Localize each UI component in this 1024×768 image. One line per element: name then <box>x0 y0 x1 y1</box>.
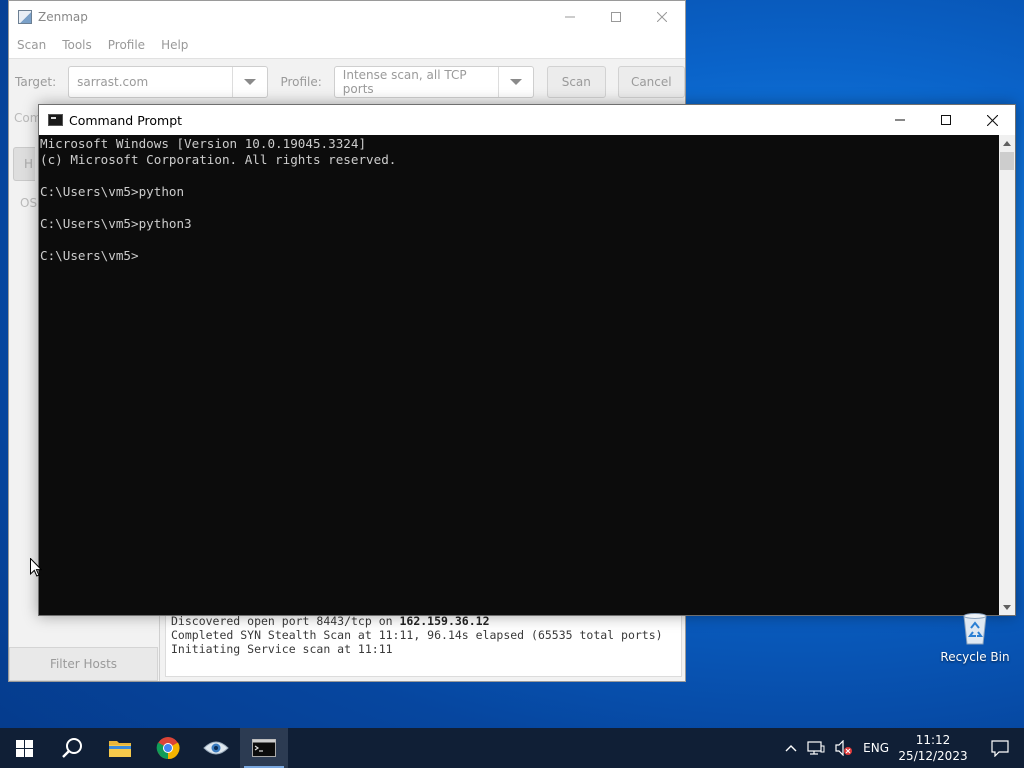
menu-help[interactable]: Help <box>153 38 196 52</box>
zenmap-icon <box>203 741 229 755</box>
cmd-title: Command Prompt <box>69 112 183 128</box>
zenmap-close-button[interactable] <box>639 1 685 32</box>
filter-hosts-button[interactable]: Filter Hosts <box>9 647 158 681</box>
cmd-console[interactable]: Microsoft Windows [Version 10.0.19045.33… <box>39 135 999 615</box>
output-line: Discovered open port 8443/tcp on 162.159… <box>171 614 490 628</box>
target-label: Target: <box>15 75 57 89</box>
zenmap-toolbar: Target: sarrast.com Profile: Intense sca… <box>9 59 685 105</box>
network-icon <box>807 741 825 755</box>
input-language-indicator[interactable]: ENG <box>858 728 894 768</box>
chrome-icon <box>156 737 180 760</box>
clock-time: 11:12 <box>915 733 951 747</box>
search-button[interactable] <box>48 728 96 768</box>
zenmap-app-icon <box>18 9 32 24</box>
chrome-button[interactable] <box>144 728 192 768</box>
target-input[interactable]: sarrast.com <box>69 75 232 89</box>
close-icon <box>657 11 667 22</box>
menu-profile[interactable]: Profile <box>100 38 153 52</box>
cancel-button[interactable]: Cancel <box>617 66 685 98</box>
console-prompt-line: C:\Users\vm5> <box>40 248 139 263</box>
cmd-minimize-button[interactable] <box>877 105 923 135</box>
scan-button[interactable]: Scan <box>547 66 606 98</box>
command-prompt-taskbar-button[interactable] <box>240 728 288 768</box>
search-icon <box>62 738 82 758</box>
zenmap-minimize-button[interactable] <box>547 1 593 32</box>
command-prompt-window[interactable]: Command Prompt Microsoft Windows [Versio… <box>38 104 1016 616</box>
os-column-fragment: OS <box>20 196 38 210</box>
cmd-maximize-button[interactable] <box>923 105 969 135</box>
console-line: C:\Users\vm5>python <box>40 184 185 199</box>
minimize-icon <box>895 119 905 121</box>
clock-date: 25/12/2023 <box>898 749 968 763</box>
console-line: C:\Users\vm5>python3 <box>40 216 192 231</box>
volume-muted-icon <box>835 740 853 756</box>
maximize-icon <box>941 115 951 125</box>
profile-label: Profile: <box>280 75 322 89</box>
target-dropdown-button[interactable] <box>232 67 267 97</box>
target-combo[interactable]: sarrast.com <box>68 66 269 98</box>
clock[interactable]: 11:12 25/12/2023 <box>894 728 972 768</box>
zenmap-titlebar[interactable]: Zenmap <box>9 1 685 32</box>
zenmap-title: Zenmap <box>38 9 88 24</box>
action-center-button[interactable] <box>972 728 1024 768</box>
recycle-bin-label: Recycle Bin <box>940 650 1010 664</box>
profile-dropdown-button[interactable] <box>498 67 533 97</box>
chevron-up-icon <box>1003 140 1011 146</box>
scroll-up-button[interactable] <box>999 135 1015 151</box>
hosts-tab[interactable]: H <box>13 147 35 181</box>
command-prompt-icon <box>252 739 276 757</box>
chevron-up-icon <box>785 745 797 752</box>
system-tray: ENG 11:12 25/12/2023 <box>780 728 1024 768</box>
file-explorer-button[interactable] <box>96 728 144 768</box>
menu-scan[interactable]: Scan <box>9 38 54 52</box>
cmd-titlebar[interactable]: Command Prompt <box>39 105 1015 135</box>
menu-tools[interactable]: Tools <box>54 38 100 52</box>
cmd-scrollbar[interactable] <box>999 135 1015 615</box>
pane-divider[interactable] <box>159 613 160 681</box>
output-line: Initiating Service scan at 11:11 <box>171 642 393 656</box>
scroll-thumb[interactable] <box>1000 152 1014 170</box>
zenmap-maximize-button[interactable] <box>593 1 639 32</box>
profile-combo[interactable]: Intense scan, all TCP ports <box>333 66 535 98</box>
nmap-output-panel[interactable]: Discovered open port 8443/tcp on 162.159… <box>165 613 682 677</box>
command-prompt-icon <box>48 114 63 126</box>
taskbar: ENG 11:12 25/12/2023 <box>0 728 1024 768</box>
start-button[interactable] <box>0 728 48 768</box>
chevron-down-icon <box>1003 604 1011 610</box>
recycle-bin-shortcut[interactable]: Recycle Bin <box>940 610 1010 664</box>
volume-button[interactable] <box>830 728 858 768</box>
show-hidden-icons-button[interactable] <box>780 728 802 768</box>
network-button[interactable] <box>802 728 830 768</box>
cmd-close-button[interactable] <box>969 105 1015 135</box>
notifications-icon <box>991 739 1009 757</box>
output-line: Completed SYN Stealth Scan at 11:11, 96.… <box>171 628 663 642</box>
zenmap-menubar: Scan Tools Profile Help <box>9 32 685 59</box>
console-line: Microsoft Windows [Version 10.0.19045.33… <box>40 136 367 151</box>
maximize-icon <box>611 11 621 22</box>
console-line: (c) Microsoft Corporation. All rights re… <box>40 152 397 167</box>
mouse-cursor-icon <box>30 558 42 577</box>
profile-select[interactable]: Intense scan, all TCP ports <box>335 68 498 96</box>
chevron-down-icon <box>244 79 257 85</box>
close-icon <box>986 114 998 126</box>
start-icon <box>15 739 33 757</box>
chevron-down-icon <box>510 79 523 85</box>
minimize-icon <box>565 16 575 17</box>
zenmap-taskbar-button[interactable] <box>192 728 240 768</box>
recycle-bin-icon <box>960 610 990 646</box>
file-explorer-icon <box>109 741 131 757</box>
